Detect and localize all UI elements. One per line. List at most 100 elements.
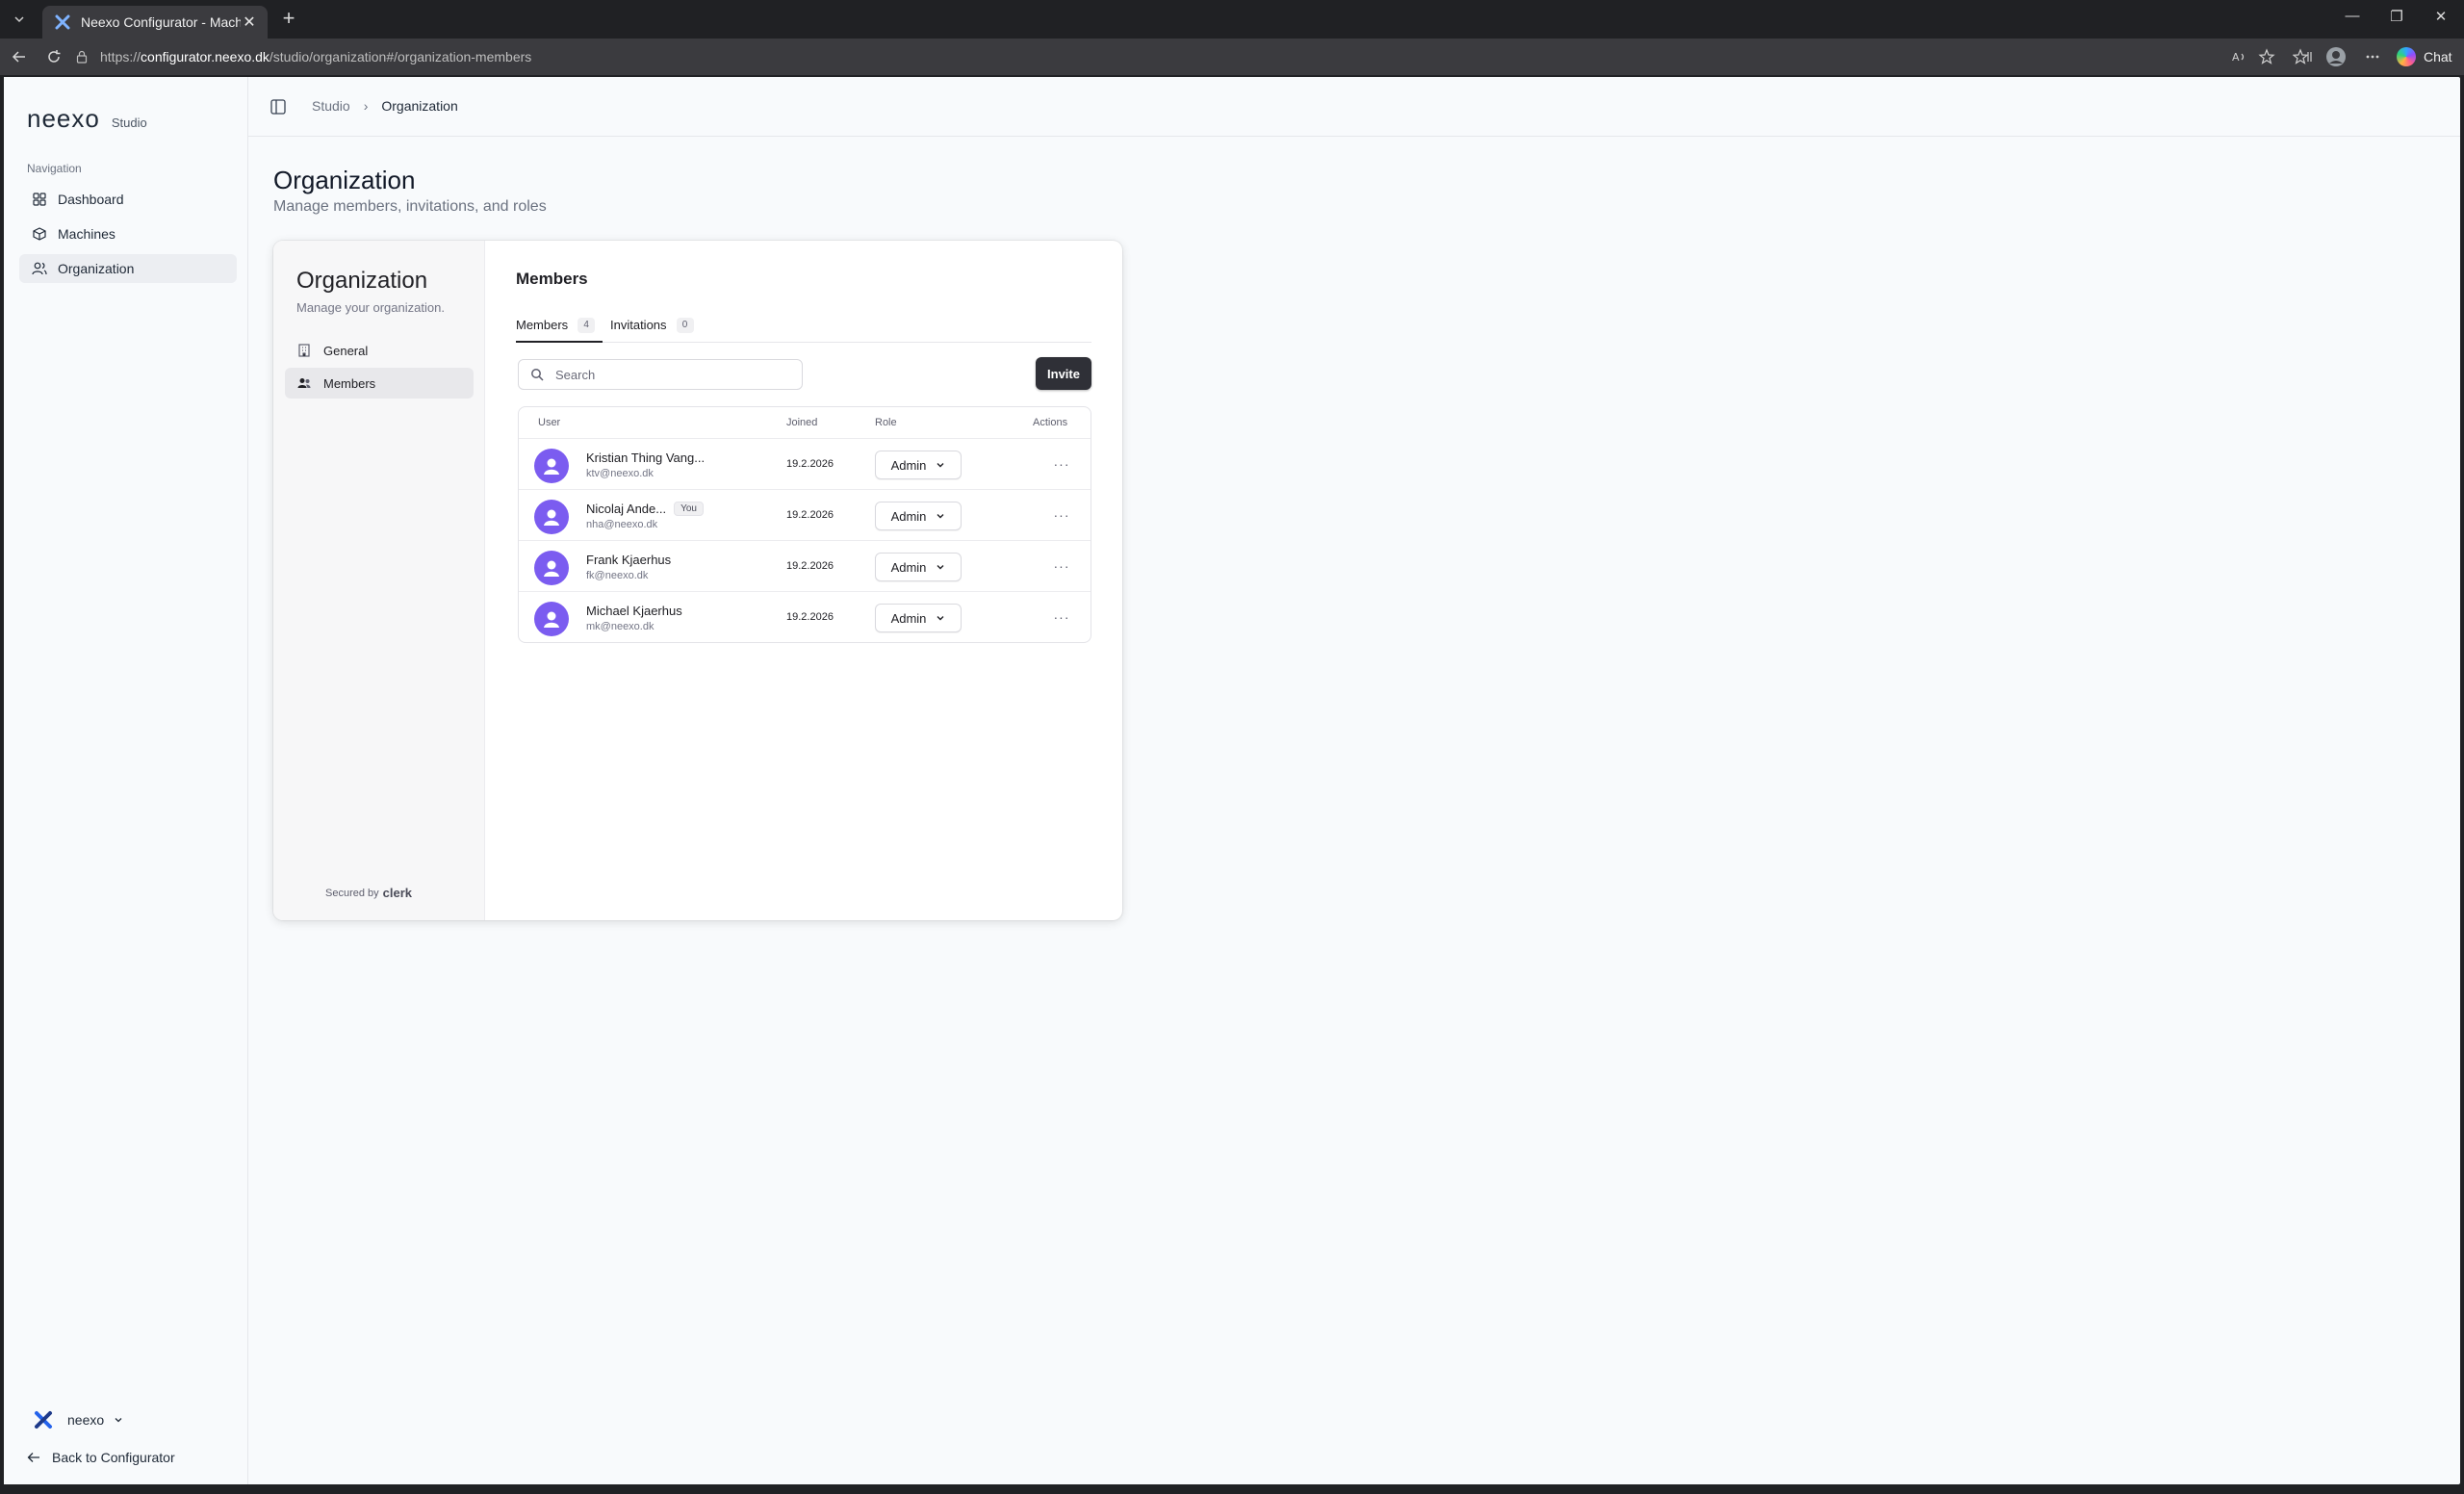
chevron-down-icon xyxy=(937,463,944,468)
breadcrumb-studio[interactable]: Studio xyxy=(312,98,350,114)
read-aloud-icon[interactable]: A xyxy=(2231,45,2248,68)
org-switcher[interactable]: neexo xyxy=(33,1409,123,1430)
org-nav-label: Members xyxy=(323,375,376,391)
table-row: Nicolaj Ande... You nha@neexo.dk 19.2.202… xyxy=(519,489,1091,540)
org-panel-nav: Organization Manage your organization. G… xyxy=(273,241,485,920)
favorite-star-icon[interactable] xyxy=(2258,45,2275,68)
url-field[interactable]: https://configurator.neexo.dk/studio/org… xyxy=(75,43,2347,70)
back-to-configurator-link[interactable]: Back to Configurator xyxy=(27,1450,175,1465)
nav-heading: Navigation xyxy=(27,162,82,175)
organization-profile-card: Organization Manage your organization. G… xyxy=(273,241,1122,920)
users-icon xyxy=(31,260,48,277)
restore-icon[interactable]: ❐ xyxy=(2377,8,2416,31)
row-actions-icon[interactable]: ··· xyxy=(1050,558,1073,574)
copilot-chat-button[interactable]: Chat xyxy=(2397,45,2452,68)
sidebar-item-label: Dashboard xyxy=(58,192,124,207)
secured-by-label: Secured by xyxy=(325,887,379,899)
row-actions-icon[interactable]: ··· xyxy=(1050,507,1073,523)
url-host: configurator.neexo.dk xyxy=(141,49,270,64)
neexo-favicon-icon xyxy=(54,13,71,31)
reload-icon[interactable] xyxy=(42,45,65,68)
column-header-role: Role xyxy=(875,417,897,428)
window-close-icon[interactable]: ✕ xyxy=(2422,8,2460,31)
org-nav-label: General xyxy=(323,343,369,358)
page-subtitle: Manage members, invitations, and roles xyxy=(273,198,547,215)
tab-close-icon[interactable]: ✕ xyxy=(241,13,258,32)
profile-avatar-icon[interactable] xyxy=(2325,45,2347,68)
avatar xyxy=(534,602,569,636)
table-row: Frank Kjaerhus fk@neexo.dk 19.2.2026 Adm… xyxy=(519,540,1091,591)
secured-by-clerk[interactable]: Secured by clerk xyxy=(325,886,412,900)
arrow-left-icon xyxy=(27,1453,39,1462)
tab-label: Members xyxy=(516,318,569,332)
cube-icon xyxy=(31,225,48,243)
grid-icon xyxy=(31,191,48,208)
chevron-right-icon: › xyxy=(363,98,369,114)
member-name: Nicolaj Ande... You xyxy=(586,502,704,516)
chevron-down-icon xyxy=(937,616,944,621)
chevron-down-icon xyxy=(937,565,944,570)
avatar xyxy=(534,500,569,534)
role-select[interactable]: Admin xyxy=(875,451,962,479)
members-table: User Joined Role Actions Kristian Thing … xyxy=(518,406,1091,643)
sidebar-item-organization[interactable]: Organization xyxy=(19,254,237,283)
top-bar: Studio › Organization xyxy=(248,77,2460,137)
count-badge: 4 xyxy=(578,318,596,333)
column-header-user: User xyxy=(538,417,561,428)
you-badge: You xyxy=(674,502,704,516)
sidebar-item-dashboard[interactable]: Dashboard xyxy=(19,185,237,214)
member-joined: 19.2.2026 xyxy=(786,560,834,572)
back-link-label: Back to Configurator xyxy=(52,1450,175,1465)
breadcrumb: Studio › Organization xyxy=(312,98,458,114)
sidebar-item-label: Organization xyxy=(58,261,135,276)
sidebar-toggle-icon[interactable] xyxy=(270,98,287,116)
search-input[interactable]: Search xyxy=(518,359,803,390)
org-nav-general[interactable]: General xyxy=(285,335,474,366)
avatar xyxy=(534,449,569,483)
role-select[interactable]: Admin xyxy=(875,604,962,632)
row-actions-icon[interactable]: ··· xyxy=(1050,456,1073,472)
role-select[interactable]: Admin xyxy=(875,502,962,530)
users-icon xyxy=(296,375,312,391)
column-header-joined: Joined xyxy=(786,417,818,428)
member-email: fk@neexo.dk xyxy=(586,570,649,581)
app-page: neexo Studio Navigation Dashboard Machin… xyxy=(4,77,2460,1484)
neexo-mark-icon xyxy=(35,1411,52,1429)
org-panel-title: Organization xyxy=(296,268,428,294)
app-sidebar: neexo Studio Navigation Dashboard Machin… xyxy=(4,77,248,1484)
brand-sub: Studio xyxy=(111,116,147,130)
sidebar-item-machines[interactable]: Machines xyxy=(19,219,237,248)
tab-invitations[interactable]: Invitations 0 xyxy=(610,312,694,343)
brand[interactable]: neexo Studio xyxy=(27,104,147,134)
org-switcher-name: neexo xyxy=(67,1412,105,1428)
browser-tab-title: Neexo Configurator - Machine Co xyxy=(81,14,241,30)
chevron-down-icon xyxy=(937,514,944,519)
member-joined: 19.2.2026 xyxy=(786,611,834,623)
more-menu-icon[interactable] xyxy=(2364,45,2381,68)
tab-actions-chevron-icon[interactable] xyxy=(6,8,33,31)
tab-members[interactable]: Members 4 xyxy=(516,312,603,343)
address-bar: https://configurator.neexo.dk/studio/org… xyxy=(0,39,2464,75)
page-title: Organization xyxy=(273,166,416,194)
org-nav-members[interactable]: Members xyxy=(285,368,474,399)
column-header-actions: Actions xyxy=(1033,417,1068,428)
favorites-collection-icon[interactable] xyxy=(2293,45,2312,68)
table-row: Kristian Thing Vang... ktv@neexo.dk 19.2… xyxy=(519,438,1091,489)
invite-button[interactable]: Invite xyxy=(1036,357,1091,390)
url-scheme: https:// xyxy=(100,49,141,64)
role-select[interactable]: Admin xyxy=(875,553,962,581)
browser-tab-active[interactable]: Neexo Configurator - Machine Co ✕ xyxy=(42,6,268,39)
members-section: Members Members 4 Invitations 0 Search I… xyxy=(485,241,1122,920)
row-actions-icon[interactable]: ··· xyxy=(1050,609,1073,625)
copilot-icon xyxy=(2397,47,2416,66)
avatar xyxy=(534,551,569,585)
member-joined: 19.2.2026 xyxy=(786,458,834,470)
building-icon xyxy=(296,343,312,358)
member-email: ktv@neexo.dk xyxy=(586,468,654,479)
chevron-down-icon xyxy=(115,1418,122,1423)
site-info-icon[interactable] xyxy=(75,50,89,64)
back-arrow-icon[interactable] xyxy=(8,45,31,68)
chat-label: Chat xyxy=(2424,49,2452,64)
minimize-icon[interactable]: — xyxy=(2333,8,2372,31)
new-tab-icon[interactable]: + xyxy=(277,8,300,31)
